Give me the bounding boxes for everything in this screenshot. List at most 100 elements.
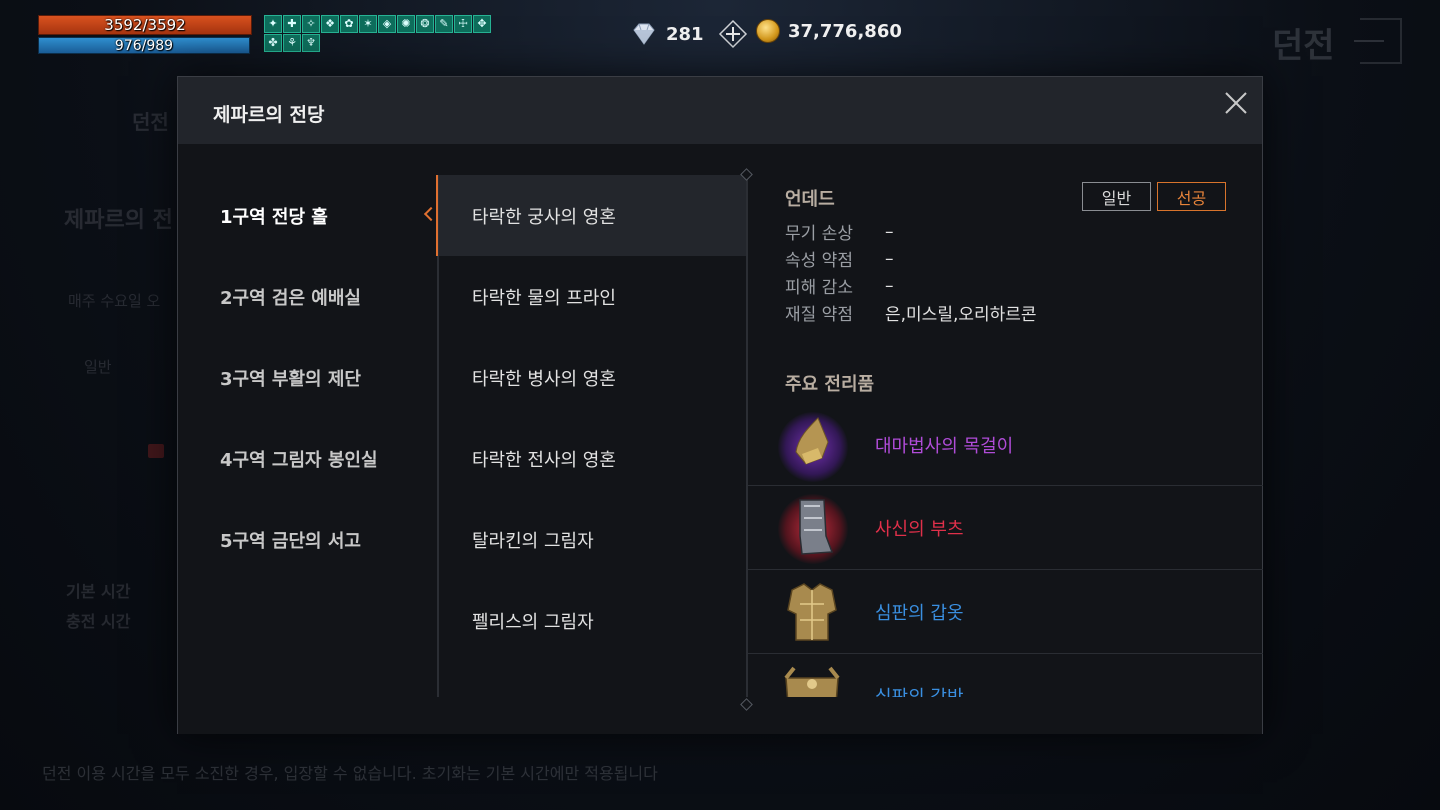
stat-label: 속성 약점 <box>785 251 853 271</box>
modal-title: 제파르의 전당 <box>213 104 325 126</box>
loot-title: 주요 전리품 <box>785 374 875 395</box>
difficulty-toggle: 일반 선공 <box>1082 182 1226 211</box>
loot-name: 심판의 각반 <box>875 686 964 698</box>
buff-icon[interactable]: ⚘ <box>283 34 301 52</box>
background-weekly-text: 매주 수요일 오 <box>68 292 161 310</box>
boss-label: 타락한 전사의 영혼 <box>472 449 616 471</box>
background-dungeon-name: 제파르의 전 <box>64 208 173 233</box>
mp-text: 976/989 <box>114 38 174 54</box>
buff-icon[interactable]: ✦ <box>264 15 282 33</box>
buff-icon[interactable]: ❂ <box>416 15 434 33</box>
mp-bar: 976/989 <box>38 37 250 54</box>
stat-row: 피해 감소 – <box>785 272 1037 299</box>
loot-item[interactable]: 사신의 부츠 <box>748 486 1263 570</box>
zone-item-3[interactable]: 3구역 부활의 제단 <box>178 337 438 418</box>
buff-icon[interactable]: ✚ <box>283 15 301 33</box>
boss-item[interactable]: 타락한 궁사의 영혼 <box>439 175 747 256</box>
diamond-icon <box>633 23 655 45</box>
buff-icon[interactable]: ✿ <box>340 15 358 33</box>
boss-label: 펠리스의 그림자 <box>472 611 594 633</box>
boss-item[interactable]: 탈라킨의 그림자 <box>439 499 747 580</box>
boss-label: 타락한 물의 프라인 <box>472 287 616 309</box>
background-difficulty: 일반 <box>84 358 112 376</box>
zone-label: 2구역 검은 예배실 <box>220 287 361 309</box>
stat-value: – <box>885 275 894 296</box>
buff-icon[interactable]: ✤ <box>264 34 282 52</box>
loot-name: 사신의 부츠 <box>875 518 964 540</box>
leggings-icon <box>784 666 840 697</box>
buff-icon[interactable]: ✺ <box>397 15 415 33</box>
armor-icon <box>787 583 837 641</box>
boots-icon <box>799 499 834 555</box>
buff-icon[interactable]: ❖ <box>321 15 339 33</box>
zone-label: 5구역 금단의 서고 <box>220 530 361 552</box>
loot-item[interactable]: 심판의 갑옷 <box>748 570 1263 654</box>
modal-header: 제파르의 전당 <box>178 77 1262 144</box>
stat-value: 은,미스릴,오리하르콘 <box>885 305 1037 325</box>
difficulty-normal-button[interactable]: 일반 <box>1082 182 1151 211</box>
diamond-count: 281 <box>666 23 704 45</box>
gold-amount: 37,776,860 <box>788 20 902 42</box>
hp-text: 3592/3592 <box>104 16 186 34</box>
notice-text: 던전 이용 시간을 모두 소진한 경우, 입장할 수 없습니다. 초기화는 기본… <box>42 764 658 783</box>
boss-info-panel[interactable]: 언데드 일반 선공 무기 손상 – 속성 약점 – 피해 감소 – 재질 약점 … <box>748 175 1263 697</box>
gold-currency: 37,776,860 <box>756 19 902 43</box>
dungeon-info-modal: 제파르의 전당 1구역 전당 홀 2구역 검은 예배실 3구역 부활의 제단 4… <box>177 76 1263 734</box>
stats-table: 무기 손상 – 속성 약점 – 피해 감소 – 재질 약점 은,미스릴,오리하르… <box>785 218 1037 326</box>
hp-bar: 3592/3592 <box>38 15 252 35</box>
stat-value: – <box>885 221 894 242</box>
zone-item-1[interactable]: 1구역 전당 홀 <box>178 175 439 256</box>
stat-label: 무기 손상 <box>785 224 853 244</box>
boss-item[interactable]: 타락한 전사의 영혼 <box>439 418 747 499</box>
boss-item[interactable]: 펠리스의 그림자 <box>439 580 747 661</box>
boss-list: 타락한 궁사의 영혼 타락한 물의 프라인 타락한 병사의 영혼 타락한 전사의… <box>439 175 747 661</box>
zone-list: 1구역 전당 홀 2구역 검은 예배실 3구역 부활의 제단 4구역 그림자 봉… <box>178 175 439 580</box>
zone-item-4[interactable]: 4구역 그림자 봉인실 <box>178 418 438 499</box>
close-icon <box>1225 92 1247 114</box>
stat-row: 재질 약점 은,미스릴,오리하르콘 <box>785 299 1037 326</box>
race-label: 언데드 <box>785 189 835 210</box>
zone-label: 1구역 전당 홀 <box>220 206 328 228</box>
loot-item[interactable]: 심판의 각반 <box>748 654 1263 697</box>
loot-name: 대마법사의 목걸이 <box>875 435 1014 457</box>
modal-body: 1구역 전당 홀 2구역 검은 예배실 3구역 부활의 제단 4구역 그림자 봉… <box>178 144 1263 734</box>
zone-label: 4구역 그림자 봉인실 <box>220 449 378 471</box>
close-button[interactable] <box>1224 91 1248 115</box>
buff-icon[interactable]: ✶ <box>359 15 377 33</box>
boss-label: 탈라킨의 그림자 <box>472 530 594 552</box>
boss-label: 타락한 궁사의 영혼 <box>472 206 616 228</box>
lock-icon <box>148 444 164 458</box>
charge-time-label: 충전 시간 <box>66 612 131 631</box>
difficulty-hard-button[interactable]: 선공 <box>1157 182 1226 211</box>
exit-icon <box>1354 18 1402 64</box>
buff-icon[interactable]: ♆ <box>302 34 320 52</box>
loot-item[interactable]: 대마법사의 목걸이 <box>748 404 1263 486</box>
zone-item-2[interactable]: 2구역 검은 예배실 <box>178 256 438 337</box>
necklace-icon <box>795 417 829 465</box>
stat-label: 재질 약점 <box>785 305 853 325</box>
background-tab: 던전 <box>132 110 169 134</box>
screen-title: 던전 <box>1272 26 1335 66</box>
buff-icon[interactable]: ◈ <box>378 15 396 33</box>
loot-name: 심판의 갑옷 <box>875 602 964 624</box>
boss-item[interactable]: 타락한 병사의 영혼 <box>439 337 747 418</box>
divider-ornament <box>740 698 753 711</box>
buff-icon[interactable]: ✎ <box>435 15 453 33</box>
diamond-currency: 281 <box>630 19 748 49</box>
stat-value: – <box>885 248 894 269</box>
selected-zone-highlight <box>436 175 438 256</box>
base-time-label: 기본 시간 <box>66 582 131 601</box>
boss-item[interactable]: 타락한 물의 프라인 <box>439 256 747 337</box>
stat-label: 피해 감소 <box>785 278 853 298</box>
zone-item-5[interactable]: 5구역 금단의 서고 <box>178 499 438 580</box>
buff-bar: ✦ ✚ ✧ ❖ ✿ ✶ ◈ ✺ ❂ ✎ ☩ ✥ ✤ ⚘ ♆ <box>264 15 500 52</box>
stat-row: 무기 손상 – <box>785 218 1037 245</box>
buff-icon[interactable]: ✥ <box>473 15 491 33</box>
add-diamond-button[interactable] <box>718 19 748 49</box>
plus-icon <box>718 19 747 49</box>
stat-row: 속성 약점 – <box>785 245 1037 272</box>
boss-label: 타락한 병사의 영혼 <box>472 368 616 390</box>
gold-coin-icon <box>756 19 780 43</box>
buff-icon[interactable]: ✧ <box>302 15 320 33</box>
buff-icon[interactable]: ☩ <box>454 15 472 33</box>
